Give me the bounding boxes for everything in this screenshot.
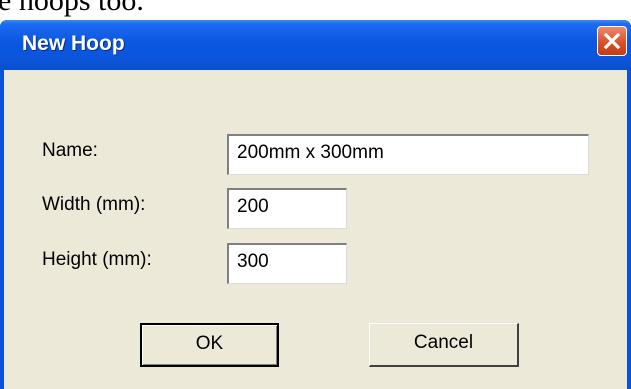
height-field[interactable]: 300 <box>227 243 347 284</box>
dialog-title: New Hoop <box>22 32 125 55</box>
new-hoop-dialog: New Hoop Name: 200mm x 300mm Width (mm):… <box>0 20 631 389</box>
document-text: e hoops too. <box>0 0 144 17</box>
height-label: Height (mm): <box>42 249 152 270</box>
name-label: Name: <box>42 140 98 161</box>
cancel-button[interactable]: Cancel <box>369 323 519 367</box>
ok-button[interactable]: OK <box>140 323 279 367</box>
close-icon <box>603 32 621 50</box>
close-button[interactable] <box>597 26 627 56</box>
width-field[interactable]: 200 <box>227 188 347 229</box>
title-bar[interactable]: New Hoop <box>0 20 631 70</box>
name-field[interactable]: 200mm x 300mm <box>227 134 589 175</box>
dialog-body: Name: 200mm x 300mm Width (mm): 200 Heig… <box>4 70 627 389</box>
width-label: Width (mm): <box>42 194 146 215</box>
